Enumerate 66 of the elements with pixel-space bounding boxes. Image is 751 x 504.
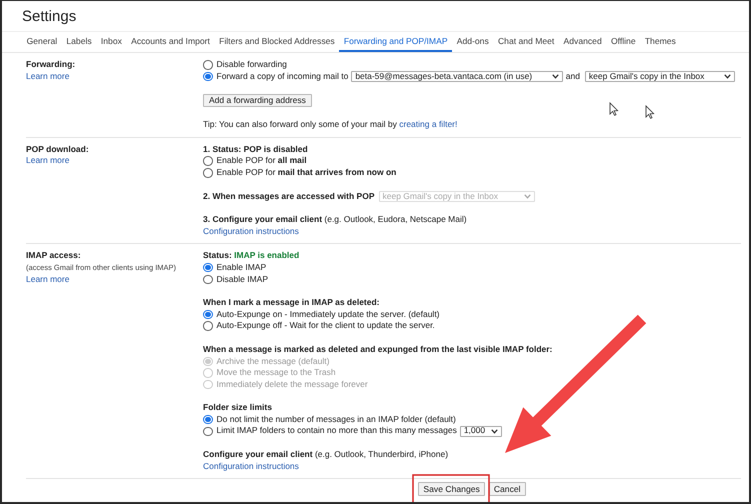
- option-label: Enable IMAP: [216, 262, 266, 274]
- section-label: Forwarding:: [26, 59, 76, 71]
- description-text: Configure your email client (e.g. Outlook, Thunderbird, iPhone): [203, 449, 448, 461]
- radio-button[interactable]: [203, 274, 212, 284]
- chevron-down-icon: [524, 194, 530, 199]
- radio-button[interactable]: [203, 72, 212, 82]
- option-label: Immediately delete the message forever: [216, 378, 368, 390]
- learn-more-link[interactable]: Learn more: [26, 70, 70, 82]
- section-label: POP download:: [26, 144, 89, 156]
- chevron-down-icon: [724, 74, 732, 79]
- option-label: Move the message to the Trash: [216, 367, 336, 379]
- option-heading: 2. When messages are accessed with POP: [203, 190, 374, 202]
- option-heading: When a message is marked as deleted and expunged from the last visible IMAP folder:: [203, 344, 552, 356]
- instructions-link[interactable]: Configuration instructions: [203, 226, 299, 238]
- settings-tab[interactable]: Filters and Blocked Addresses: [214, 32, 340, 52]
- option-label: Auto-Expunge off - Wait for the client to update the server.: [216, 320, 435, 332]
- settings-tab[interactable]: Themes: [640, 32, 680, 52]
- radio-button[interactable]: [203, 426, 212, 436]
- option-label: Disable forwarding: [216, 59, 287, 71]
- save-button[interactable]: Save Changes: [418, 482, 485, 496]
- settings-tab[interactable]: General: [22, 32, 62, 52]
- option-label: Do not limit the number of messages in an IMAP folder (default): [216, 414, 456, 426]
- settings-tab[interactable]: Accounts and Import: [126, 32, 215, 52]
- option-label: Limit IMAP folders to contain no more than this many messages: [216, 425, 457, 438]
- option-label: Enable POP for all mail: [216, 155, 307, 167]
- radio-button[interactable]: [203, 168, 212, 178]
- settings-tab[interactable]: Add-ons: [452, 32, 494, 52]
- settings-tab[interactable]: Offline: [606, 32, 640, 52]
- filter-link[interactable]: creating a filter!: [399, 119, 458, 130]
- status-text: Status: IMAP is enabled: [203, 250, 300, 262]
- option-label: Enable POP for mail that arrives from now on: [216, 166, 396, 179]
- status-text: 1. Status: POP is disabled: [203, 144, 308, 156]
- chevron-down-icon: [491, 428, 498, 434]
- cancel-button[interactable]: Cancel: [488, 482, 526, 496]
- learn-more-link[interactable]: Learn more: [26, 155, 70, 167]
- add-address-button[interactable]: Add a forwarding address: [203, 94, 312, 108]
- radio-button[interactable]: [203, 414, 212, 424]
- option-label: Auto-Expunge on - Immediately update the server. (default): [216, 308, 440, 320]
- option-label: Forward a copy of incoming mail to: [216, 70, 348, 82]
- option-heading: Folder size limits: [203, 402, 272, 414]
- option-label: Disable IMAP: [216, 274, 268, 286]
- settings-tab[interactable]: Inbox: [96, 32, 126, 52]
- radio-button[interactable]: [203, 262, 212, 272]
- option-heading: When I mark a message in IMAP as deleted:: [203, 297, 380, 309]
- instructions-link[interactable]: Configuration instructions: [203, 460, 299, 472]
- dropdown[interactable]: 1,000: [460, 426, 502, 437]
- settings-tab[interactable]: Forwarding and POP/IMAP: [339, 32, 452, 52]
- connector-text: and: [566, 70, 580, 82]
- settings-tab[interactable]: Advanced: [558, 32, 606, 52]
- dropdown[interactable]: beta-59@messages-beta.vantaca.com (in use): [351, 70, 563, 82]
- description-text: Tip: You can also forward only some of your mail by creating a filter!: [203, 119, 458, 131]
- dropdown[interactable]: keep Gmail's copy in the Inbox: [584, 70, 736, 82]
- radio-button[interactable]: [203, 156, 212, 166]
- settings-tab[interactable]: Labels: [62, 32, 96, 52]
- chevron-down-icon: [552, 74, 559, 79]
- radio-button[interactable]: [203, 321, 212, 331]
- learn-more-link[interactable]: Learn more: [26, 274, 70, 286]
- cursor-icon: [646, 105, 655, 119]
- description-text: 3. Configure your email client (e.g. Outlook, Eudora, Netscape Mail): [203, 214, 467, 226]
- page-title: Settings: [22, 8, 76, 24]
- radio-button[interactable]: [203, 60, 212, 70]
- cursor-icon: [610, 102, 619, 116]
- option-label: Archive the message (default): [216, 356, 330, 368]
- settings-tab[interactable]: Chat and Meet: [493, 32, 559, 52]
- section-label: IMAP access:: [26, 250, 81, 262]
- radio-button[interactable]: [203, 310, 212, 320]
